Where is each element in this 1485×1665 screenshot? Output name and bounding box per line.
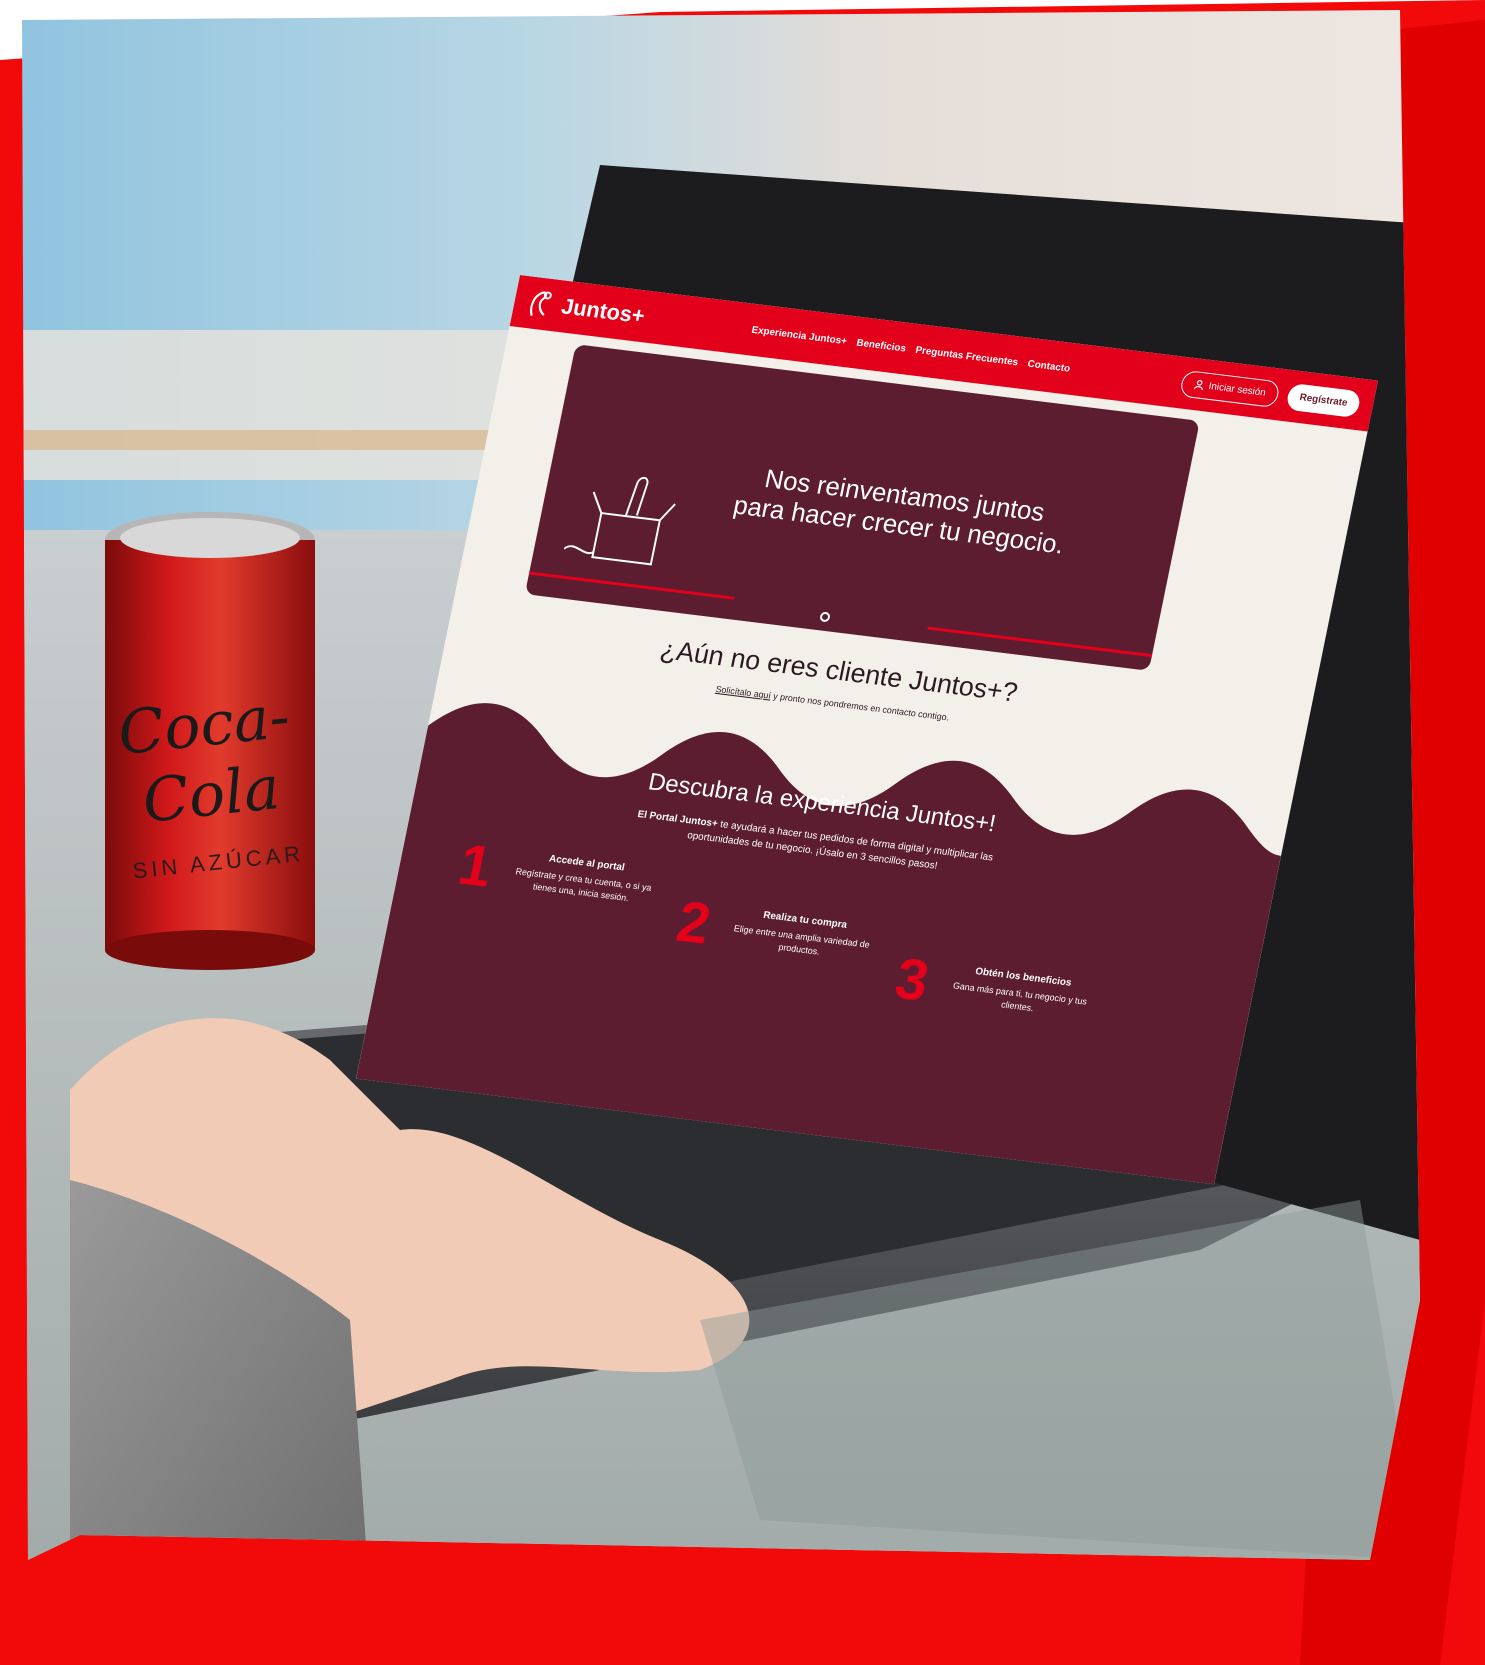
- laptop-screen-webpage: Juntos+ Experiencia Juntos+ Beneficios P…: [356, 275, 1378, 1185]
- login-label: Iniciar sesión: [1207, 380, 1267, 399]
- juntos-logo-icon: [530, 291, 552, 316]
- hero-title: Nos reinventamos juntos para hacer crece…: [711, 458, 1094, 562]
- can-logo-text: Coca-Cola SIN AZÚCAR: [96, 680, 324, 887]
- nav-actions: Iniciar sesión Regístrate: [1178, 369, 1362, 418]
- hero-accent-line-right: [927, 626, 1162, 659]
- nav-link-preguntas[interactable]: Preguntas Frecuentes: [915, 344, 1020, 367]
- login-button[interactable]: Iniciar sesión: [1178, 369, 1282, 408]
- nav-link-beneficios[interactable]: Beneficios: [855, 337, 907, 354]
- register-button[interactable]: Regístrate: [1285, 382, 1362, 418]
- can-brand: Coca-Cola: [114, 681, 293, 837]
- cta-link[interactable]: Solicítalo aquí: [715, 684, 772, 701]
- carousel-dot[interactable]: [819, 611, 831, 623]
- brand-name: Juntos+: [559, 293, 648, 329]
- user-icon: [1193, 379, 1203, 391]
- brand[interactable]: Juntos+: [525, 287, 647, 331]
- box-illustration-icon: [563, 476, 676, 566]
- nav-link-experiencia[interactable]: Experiencia Juntos+: [751, 324, 848, 346]
- nav-link-contacto[interactable]: Contacto: [1027, 358, 1071, 374]
